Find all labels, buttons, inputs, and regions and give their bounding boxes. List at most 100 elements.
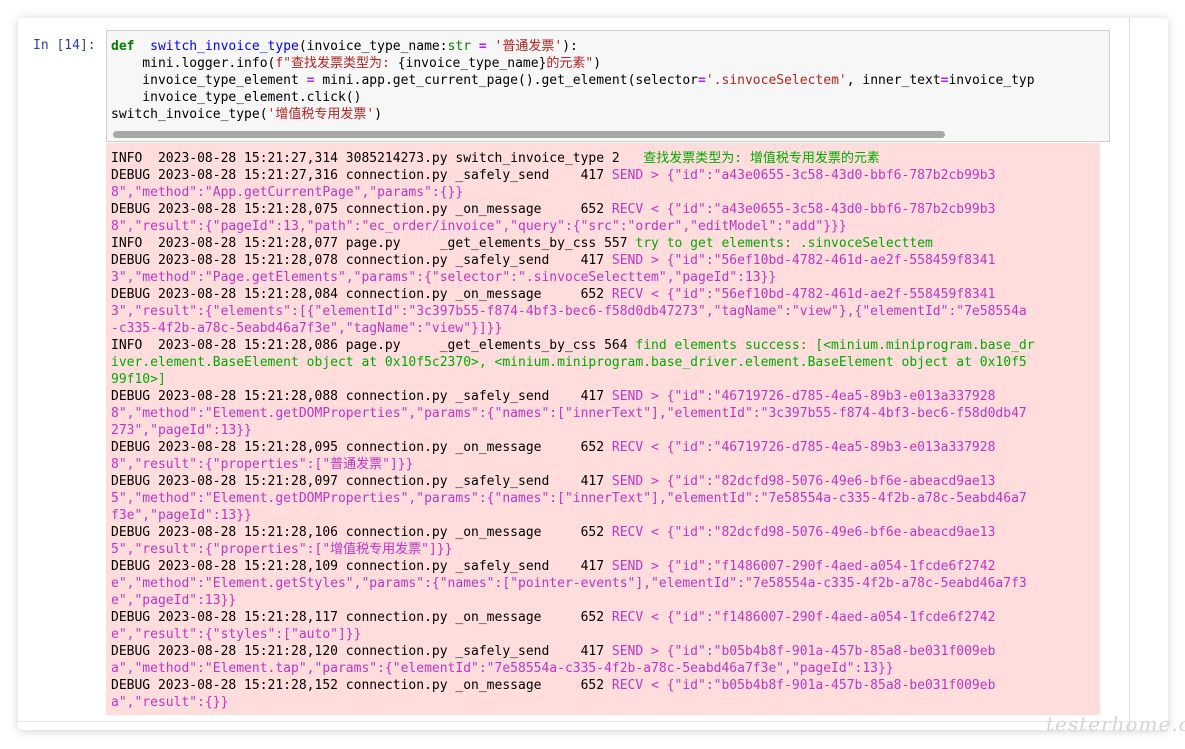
log-line: DEBUG 2023-08-28 15:21:28,097 connection… <box>111 473 1035 490</box>
log-line: 5","method":"Element.getDOMProperties","… <box>111 490 1035 507</box>
log-line-segment: SEND > {"id":"56ef10bd-4782-461d-ae2f-55… <box>611 253 996 268</box>
code-text[interactable]: def switch_invoice_type(invoice_type_nam… <box>111 38 1035 123</box>
code-line-segment: invoice_type_element.click() <box>111 90 362 105</box>
log-line-segment: SEND > {"id":"f1486007-290f-4aed-a054-1f… <box>611 559 996 574</box>
log-line-segment: 3","result":{"elements":[{"elementId":"3… <box>111 304 1027 319</box>
log-line-segment: DEBUG 2023-08-28 15:21:28,084 connection… <box>111 287 612 302</box>
log-line: e","result":{"styles":["auto"]}} <box>111 626 1035 643</box>
code-line-segment: 的元素" <box>546 56 594 71</box>
log-line: DEBUG 2023-08-28 15:21:27,316 connection… <box>111 167 1035 184</box>
log-line-segment: SEND > {"id":"46719726-d785-4ea5-89b3-e0… <box>611 389 996 404</box>
log-line: DEBUG 2023-08-28 15:21:28,120 connection… <box>111 643 1035 660</box>
code-line-segment: ) <box>593 56 602 71</box>
log-line: DEBUG 2023-08-28 15:21:28,088 connection… <box>111 388 1035 405</box>
log-line: DEBUG 2023-08-28 15:21:28,152 connection… <box>111 677 1035 694</box>
log-line: 99f10>] <box>111 371 1035 388</box>
log-line-segment: RECV < {"id":"f1486007-290f-4aed-a054-1f… <box>611 610 996 625</box>
log-line-segment: DEBUG 2023-08-28 15:21:28,095 connection… <box>111 440 612 455</box>
code-line-segment: invoice_typ <box>948 73 1035 88</box>
log-line-segment: e","pageId":13}} <box>111 593 237 608</box>
scrollbar-thumb[interactable] <box>113 131 945 138</box>
log-line: INFO 2023-08-28 15:21:28,077 page.py _ge… <box>111 235 1035 252</box>
code-line-segment: mini.logger.info( <box>111 56 276 71</box>
log-line-segment: 8","method":"Element.getDOMProperties","… <box>111 406 1027 421</box>
log-line: 8","result":{"pageId":13,"path":"ec_orde… <box>111 218 1035 235</box>
log-line-segment: DEBUG 2023-08-28 15:21:27,316 connection… <box>111 168 612 183</box>
log-line-segment: -c335-4f2b-a78c-5eabd46a7f3e","tagName":… <box>111 321 503 336</box>
log-line: e","method":"Element.getStyles","params"… <box>111 575 1035 592</box>
code-line-segment <box>487 39 495 54</box>
log-line: 5","result":{"properties":["增值税专用发票"]}} <box>111 541 1035 558</box>
log-line-segment: SEND > {"id":"a43e0655-3c58-43d0-bbf6-78… <box>611 168 996 183</box>
log-line-segment: 8","result":{"pageId":13,"path":"ec_orde… <box>111 219 847 234</box>
log-line-segment: DEBUG 2023-08-28 15:21:28,120 connection… <box>111 644 612 659</box>
code-line-segment: = <box>698 73 706 88</box>
log-line-segment: 273","pageId":13}} <box>111 423 252 438</box>
log-line: 8","method":"App.getCurrentPage","params… <box>111 184 1035 201</box>
log-line-segment: RECV < {"id":"56ef10bd-4782-461d-ae2f-55… <box>611 287 996 302</box>
code-line-segment: f"查找发票类型为: <box>275 56 398 71</box>
code-line-segment: def <box>111 39 135 54</box>
code-line: mini.logger.info(f"查找发票类型为: {invoice_typ… <box>111 55 1035 72</box>
log-line-segment: 查找发票类型为: 增值税专用发票的元素 <box>643 151 880 166</box>
code-line-segment: switch_invoice_type( <box>111 107 268 122</box>
log-line: 3","method":"Page.getElements","params":… <box>111 269 1035 286</box>
log-line: 8","result":{"properties":["普通发票"]}} <box>111 456 1035 473</box>
log-line: -c335-4f2b-a78c-5eabd46a7f3e","tagName":… <box>111 320 1035 337</box>
code-line-segment: (invoice_type_name: <box>298 39 448 54</box>
log-line-segment: RECV < {"id":"82dcfd98-5076-49e6-bf6e-ab… <box>611 525 996 540</box>
log-line: INFO 2023-08-28 15:21:27,314 3085214273.… <box>111 150 1035 167</box>
log-line-segment: DEBUG 2023-08-28 15:21:28,075 connection… <box>111 202 612 217</box>
log-line-segment: e","result":{"styles":["auto"]}} <box>111 627 362 642</box>
log-line-segment: INFO 2023-08-28 15:21:28,086 page.py _ge… <box>111 338 636 353</box>
log-line-segment: INFO 2023-08-28 15:21:27,314 3085214273.… <box>111 151 644 166</box>
log-line-segment: DEBUG 2023-08-28 15:21:28,078 connection… <box>111 253 612 268</box>
log-line-segment: DEBUG 2023-08-28 15:21:28,106 connection… <box>111 525 612 540</box>
log-line-segment: 99f10>] <box>111 372 166 387</box>
code-line-segment: {invoice_type_name} <box>397 56 547 71</box>
log-line: DEBUG 2023-08-28 15:21:28,078 connection… <box>111 252 1035 269</box>
code-line-segment: invoice_type_element <box>111 73 307 88</box>
log-line-segment: RECV < {"id":"46719726-d785-4ea5-89b3-e0… <box>611 440 996 455</box>
code-line-segment: ) <box>374 107 383 122</box>
log-line: DEBUG 2023-08-28 15:21:28,095 connection… <box>111 439 1035 456</box>
log-line-segment: e","method":"Element.getStyles","params"… <box>111 576 1027 591</box>
code-line-segment: '.sinvoceSelectem' <box>705 73 847 88</box>
log-line: 8","method":"Element.getDOMProperties","… <box>111 405 1035 422</box>
next-cell-border <box>18 721 1128 722</box>
log-output: INFO 2023-08-28 15:21:27,314 3085214273.… <box>111 150 1035 711</box>
log-line-segment: 5","result":{"properties":["增值税专用发票"]}} <box>111 542 453 557</box>
log-line: a","method":"Element.tap","params":{"ele… <box>111 660 1035 677</box>
log-line: DEBUG 2023-08-28 15:21:28,084 connection… <box>111 286 1035 303</box>
code-line-segment: switch_invoice_type <box>150 39 299 54</box>
code-line-segment: '普通发票' <box>494 39 563 54</box>
code-cell-editor[interactable]: def switch_invoice_type(invoice_type_nam… <box>106 30 1110 142</box>
code-line: def switch_invoice_type(invoice_type_nam… <box>111 38 1035 55</box>
log-line-segment: find elements success: [<minium.miniprog… <box>635 338 1035 353</box>
cell-output: INFO 2023-08-28 15:21:27,314 3085214273.… <box>106 143 1100 715</box>
code-line-segment: mini.app.get_current_page().get_element(… <box>314 73 699 88</box>
log-line: DEBUG 2023-08-28 15:21:28,109 connection… <box>111 558 1035 575</box>
log-line: DEBUG 2023-08-28 15:21:28,106 connection… <box>111 524 1035 541</box>
log-line-segment: f3e","pageId":13}} <box>111 508 252 523</box>
log-line: f3e","pageId":13}} <box>111 507 1035 524</box>
log-line-segment: DEBUG 2023-08-28 15:21:28,109 connection… <box>111 559 612 574</box>
horizontal-scrollbar[interactable] <box>107 131 1109 139</box>
log-line: a","result":{}} <box>111 694 1035 711</box>
log-line-segment: 3","method":"Page.getElements","params":… <box>111 270 777 285</box>
log-line-segment: try to get elements: .sinvoceSelecttem <box>635 236 933 251</box>
log-line: 3","result":{"elements":[{"elementId":"3… <box>111 303 1035 320</box>
code-line-segment: , inner_text <box>846 73 941 88</box>
log-line-segment: SEND > {"id":"82dcfd98-5076-49e6-bf6e-ab… <box>611 474 996 489</box>
code-line-segment: ): <box>562 39 578 54</box>
code-line: invoice_type_element = mini.app.get_curr… <box>111 72 1035 89</box>
log-line-segment: DEBUG 2023-08-28 15:21:28,088 connection… <box>111 389 612 404</box>
log-line: iver.element.BaseElement object at 0x10f… <box>111 354 1035 371</box>
code-line-segment: = <box>478 39 487 54</box>
code-line-segment <box>134 39 150 54</box>
log-line-segment: DEBUG 2023-08-28 15:21:28,097 connection… <box>111 474 612 489</box>
log-line-segment: 8","result":{"properties":["普通发票"]}} <box>111 457 414 472</box>
log-line-segment: iver.element.BaseElement object at 0x10f… <box>111 355 1027 370</box>
frame-divider <box>1129 18 1130 730</box>
log-line-segment: INFO 2023-08-28 15:21:28,077 page.py _ge… <box>111 236 636 251</box>
